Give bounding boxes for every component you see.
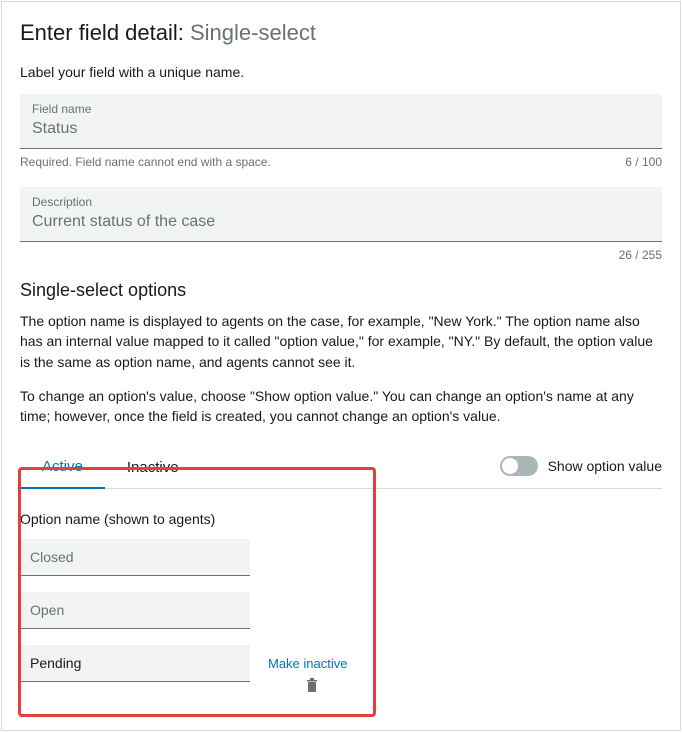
field-name-input-block[interactable]: Field name Status [20,94,662,149]
label-instruction: Label your field with a unique name. [20,64,662,80]
description-helper-row: 26 / 255 [20,248,662,262]
show-option-value-label: Show option value [548,458,662,474]
make-inactive-link[interactable]: Make inactive [268,656,347,671]
show-option-value-toggle-area: Show option value [500,456,662,476]
tab-inactive[interactable]: Inactive [105,449,201,488]
description-label: Description [32,195,650,209]
show-option-value-toggle[interactable] [500,456,538,476]
toggle-knob [502,458,518,474]
options-para-1: The option name is displayed to agents o… [20,311,662,372]
tab-active[interactable]: Active [20,448,105,489]
field-name-label: Field name [32,102,650,116]
description-input-block[interactable]: Description Current status of the case [20,187,662,242]
option-row: Make inactive [20,645,662,698]
description-value: Current status of the case [32,213,650,231]
option-name-input[interactable] [20,539,250,576]
field-name-helper-row: Required. Field name cannot end with a s… [20,155,662,169]
field-name-value: Status [32,120,650,138]
field-detail-panel: Enter field detail: Single-select Label … [1,1,681,731]
field-name-helper: Required. Field name cannot end with a s… [20,155,271,169]
title-prefix: Enter field detail: [20,20,190,45]
page-title: Enter field detail: Single-select [20,20,662,46]
options-section-title: Single-select options [20,280,662,301]
title-type: Single-select [190,20,316,45]
option-name-input[interactable] [20,645,250,682]
option-name-header: Option name (shown to agents) [20,511,662,527]
option-name-input[interactable] [20,592,250,629]
options-pane: Option name (shown to agents) Make inact… [20,489,662,698]
trash-icon[interactable] [305,677,319,696]
tabs-area: Active Inactive Show option value Option… [20,448,662,698]
options-para-2: To change an option's value, choose "Sho… [20,386,662,427]
field-name-counter: 6 / 100 [625,155,662,169]
description-counter: 26 / 255 [619,248,662,262]
